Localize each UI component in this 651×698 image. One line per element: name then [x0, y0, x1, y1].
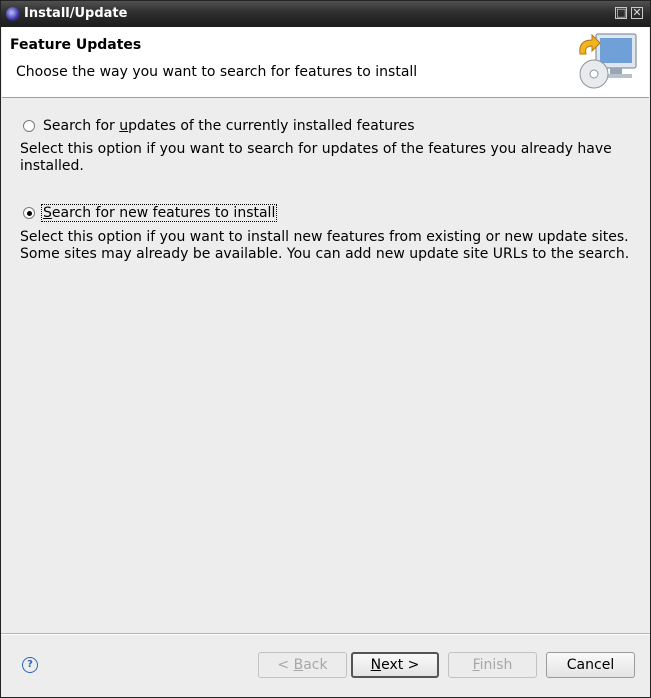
option-search-new-features[interactable]: Search for new features to install [23, 204, 278, 222]
close-icon[interactable]: ✕ [631, 7, 643, 19]
help-icon[interactable]: ? [22, 657, 38, 673]
wizard-header: Feature Updates Choose the way you want … [2, 27, 649, 98]
back-button[interactable]: < Back [258, 652, 347, 678]
wizard-content: Search for updates of the currently inst… [1, 98, 650, 633]
search-updates-description: Select this option if you want to search… [20, 141, 612, 174]
cancel-button[interactable]: Cancel [546, 652, 635, 678]
window-title: Install/Update [24, 6, 128, 21]
radio-search-new-features-label[interactable]: Search for new features to install [40, 204, 278, 222]
footer-separator [1, 633, 650, 635]
page-description: Choose the way you want to search for fe… [16, 64, 418, 80]
radio-search-updates[interactable] [23, 120, 35, 132]
install-wizard-icon [579, 33, 637, 89]
radio-search-new-features[interactable] [23, 207, 35, 219]
radio-search-updates-label[interactable]: Search for updates of the currently inst… [42, 118, 416, 134]
title-bar[interactable]: Install/Update □ ✕ [1, 1, 650, 27]
page-title: Feature Updates [10, 37, 142, 53]
next-button[interactable]: Next > [351, 652, 439, 678]
eclipse-icon [6, 7, 20, 21]
option-search-updates[interactable]: Search for updates of the currently inst… [23, 118, 416, 134]
maximize-icon[interactable]: □ [615, 7, 627, 19]
finish-button[interactable]: Finish [448, 652, 537, 678]
install-update-dialog: Install/Update □ ✕ Feature Updates Choos… [0, 0, 651, 698]
search-new-features-description: Select this option if you want to instal… [20, 229, 630, 262]
